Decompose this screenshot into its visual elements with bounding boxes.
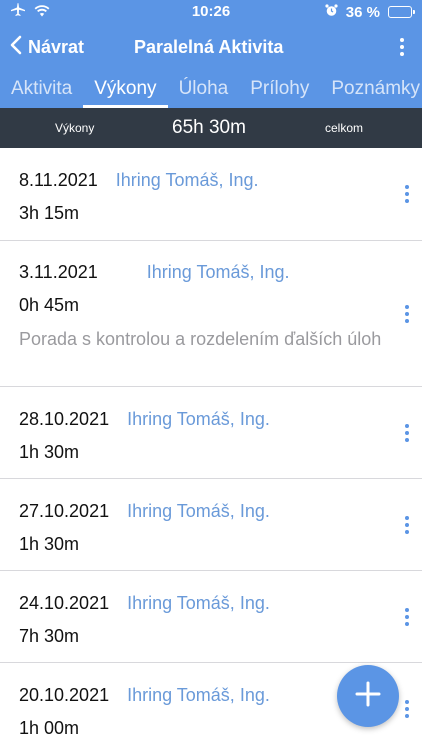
entry-person[interactable]: Ihring Tomáš, Ing.: [116, 170, 259, 191]
list-item[interactable]: 27.10.2021 Ihring Tomáš, Ing. 1h 30m: [0, 479, 422, 571]
tab-bar: Aktivita Výkony Úloha Prílohy Poznámky: [0, 70, 422, 108]
more-vertical-icon[interactable]: [402, 303, 412, 325]
entry-header: 3.11.2021 Ihring Tomáš, Ing.: [19, 262, 382, 283]
page-title: Paralelná Aktivita: [134, 36, 284, 57]
entry-note: Porada s kontrolou a rozdelením ďalších …: [19, 329, 382, 349]
tab-poznamky[interactable]: Poznámky: [320, 78, 422, 108]
tab-vykony[interactable]: Výkony: [83, 78, 168, 108]
entry-person[interactable]: Ihring Tomáš, Ing.: [127, 409, 270, 430]
more-vertical-icon[interactable]: [394, 34, 410, 60]
entry-date: 28.10.2021: [19, 409, 110, 429]
chevron-left-icon: [10, 35, 22, 60]
entry-duration: 0h 45m: [19, 295, 80, 315]
more-vertical-icon[interactable]: [402, 698, 412, 720]
list-item[interactable]: 28.10.2021 Ihring Tomáš, Ing. 1h 30m: [0, 387, 422, 479]
entry-date: 8.11.2021: [19, 170, 98, 190]
tab-uloha[interactable]: Úloha: [168, 78, 240, 108]
status-right: 36 %: [325, 3, 415, 21]
header: 36 % 10:26 Návrat Paralelná Aktivita Akt…: [0, 0, 422, 108]
entry-header: 28.10.2021 Ihring Tomáš, Ing.: [19, 409, 382, 430]
entry-duration: 1h 30m: [19, 442, 80, 462]
add-entry-button[interactable]: [337, 665, 399, 727]
status-bar: 36 %: [0, 0, 422, 24]
more-vertical-icon[interactable]: [402, 514, 412, 536]
entry-person[interactable]: Ihring Tomáš, Ing.: [147, 262, 290, 283]
summary-label: Výkony: [55, 121, 95, 135]
entry-person[interactable]: Ihring Tomáš, Ing.: [127, 685, 270, 706]
entry-date: 3.11.2021: [19, 262, 98, 282]
summary-total-label: celkom: [325, 121, 364, 135]
entry-header: 20.10.2021 Ihring Tomáš, Ing.: [19, 685, 382, 706]
entry-person[interactable]: Ihring Tomáš, Ing.: [127, 501, 270, 522]
back-button[interactable]: Návrat: [0, 35, 84, 60]
entry-header: 8.11.2021 Ihring Tomáš, Ing.: [19, 170, 382, 191]
entry-duration: 1h 30m: [19, 534, 80, 554]
nav-bar: Návrat Paralelná Aktivita: [0, 24, 422, 70]
summary-bar: Výkony 65h 30m celkom: [0, 108, 422, 148]
entry-date: 27.10.2021: [19, 501, 110, 521]
wifi-icon: [34, 4, 50, 21]
list-item[interactable]: 24.10.2021 Ihring Tomáš, Ing. 7h 30m: [0, 571, 422, 663]
tab-prilohy[interactable]: Prílohy: [239, 78, 320, 108]
airplane-icon: [10, 3, 26, 21]
status-left: [10, 3, 50, 21]
entry-person[interactable]: Ihring Tomáš, Ing.: [127, 593, 270, 614]
entry-duration: 3h 15m: [19, 203, 80, 223]
screen: 36 % 10:26 Návrat Paralelná Aktivita Akt…: [0, 0, 422, 750]
battery-icon: [388, 6, 415, 18]
summary-total-value: 65h 30m: [172, 117, 246, 138]
entry-header: 24.10.2021 Ihring Tomáš, Ing.: [19, 593, 382, 614]
alarm-icon: [325, 3, 338, 21]
entry-duration: 7h 30m: [19, 626, 80, 646]
plus-icon: [355, 681, 381, 712]
entry-date: 20.10.2021: [19, 685, 110, 705]
entries-list: 8.11.2021 Ihring Tomáš, Ing. 3h 15m 3.11…: [0, 148, 422, 750]
battery-percent: 36 %: [345, 3, 380, 21]
more-vertical-icon[interactable]: [402, 422, 412, 444]
tab-aktivita[interactable]: Aktivita: [0, 78, 83, 108]
more-vertical-icon[interactable]: [402, 183, 412, 205]
more-vertical-icon[interactable]: [402, 606, 412, 628]
back-label: Návrat: [28, 36, 85, 57]
entry-duration: 1h 00m: [19, 718, 80, 738]
entry-header: 27.10.2021 Ihring Tomáš, Ing.: [19, 501, 382, 522]
list-item[interactable]: 3.11.2021 Ihring Tomáš, Ing. 0h 45m Pora…: [0, 241, 422, 387]
entry-date: 24.10.2021: [19, 593, 110, 613]
list-item[interactable]: 8.11.2021 Ihring Tomáš, Ing. 3h 15m: [0, 148, 422, 241]
